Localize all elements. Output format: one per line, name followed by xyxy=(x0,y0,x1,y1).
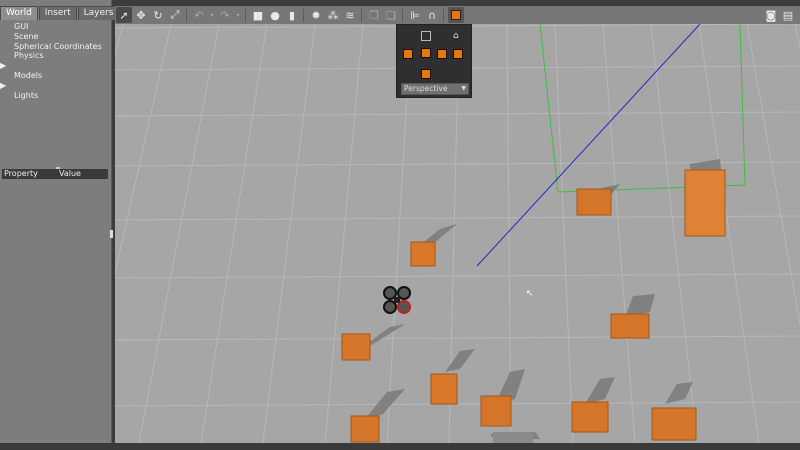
redo-icon[interactable]: ↷ xyxy=(217,7,233,23)
world-tree: GUI Scene Spherical Coordinates Physics … xyxy=(0,22,111,100)
cylinder-icon[interactable]: ▮ xyxy=(284,7,300,23)
copy-icon[interactable]: ❐ xyxy=(366,7,382,23)
tree-item-gui[interactable]: GUI xyxy=(0,22,111,32)
toolbar-divider xyxy=(443,8,444,22)
expand-arrow-icon[interactable]: ▶ xyxy=(0,61,6,70)
projection-value: Perspective xyxy=(404,84,448,93)
back-view-icon[interactable] xyxy=(453,49,463,59)
tree-item-models[interactable]: ▶ Models xyxy=(0,61,111,81)
tab-world[interactable]: World xyxy=(0,6,38,20)
toolbar-divider xyxy=(303,8,304,22)
box-model[interactable] xyxy=(610,313,650,339)
camera-view-icon[interactable] xyxy=(448,7,464,23)
grid-line xyxy=(115,111,800,117)
drone-body xyxy=(394,297,400,303)
toolbar: ➚ ✥ ↻ ⤢ ↶ ▾ ↷ ▾ ■ ● ▮ ✹ ⁂ ≋ ❐ ❑ ⊫ ∩ ◙ ▤ xyxy=(115,6,800,24)
quadcopter-model[interactable] xyxy=(383,286,411,314)
redo-dropdown-icon[interactable]: ▾ xyxy=(234,7,242,23)
toolbar-divider xyxy=(186,8,187,22)
screenshot-icon[interactable]: ◙ xyxy=(763,7,779,23)
grid-line xyxy=(115,24,124,58)
grid-line xyxy=(200,24,268,443)
grid-line xyxy=(115,24,172,276)
paste-icon[interactable]: ❑ xyxy=(383,7,399,23)
box-model[interactable] xyxy=(576,188,612,216)
box-model[interactable] xyxy=(430,373,458,405)
tree-item-lights[interactable]: ▶ Lights xyxy=(0,81,111,101)
align-icon[interactable]: ⊫ xyxy=(407,7,423,23)
tree-item-spherical-coordinates[interactable]: Spherical Coordinates xyxy=(0,42,111,52)
tree-item-physics[interactable]: Physics xyxy=(0,51,111,61)
box-model[interactable] xyxy=(410,241,436,267)
grid-line xyxy=(138,24,220,443)
tab-layers[interactable]: Layers xyxy=(77,6,120,20)
tree-item-label: Physics xyxy=(14,51,44,61)
property-column-header: Property xyxy=(4,169,38,178)
box-model[interactable] xyxy=(480,395,512,427)
toolbar-divider xyxy=(402,8,403,22)
left-panel: World Insert Layers GUI Scene Spherical … xyxy=(0,0,120,443)
spot-light-icon[interactable]: ≋ xyxy=(342,7,358,23)
tree-item-label: Lights xyxy=(14,90,39,100)
undo-dropdown-icon[interactable]: ▾ xyxy=(208,7,216,23)
tree-item-label: Models xyxy=(14,70,43,80)
select-arrow-icon[interactable]: ➚ xyxy=(116,7,132,23)
toolbar-divider xyxy=(245,8,246,22)
undo-icon[interactable]: ↶ xyxy=(191,7,207,23)
rotate-icon[interactable]: ↻ xyxy=(150,7,166,23)
grid-line xyxy=(115,273,800,279)
bottom-view-icon[interactable] xyxy=(421,67,431,79)
box-model[interactable] xyxy=(493,432,533,443)
sidebar-collapse-handle[interactable] xyxy=(110,230,113,238)
tree-item-scene[interactable]: Scene xyxy=(0,32,111,42)
left-view-icon[interactable] xyxy=(403,49,413,59)
box-model[interactable] xyxy=(684,169,726,237)
blue-path-line xyxy=(476,24,701,267)
top-view-icon[interactable] xyxy=(421,31,431,41)
front-view-icon[interactable] xyxy=(419,48,431,59)
grid-line xyxy=(554,24,574,443)
record-icon[interactable]: ▤ xyxy=(780,7,796,23)
expand-arrow-icon[interactable]: ▶ xyxy=(0,81,6,90)
snap-icon[interactable]: ∩ xyxy=(424,7,440,23)
translate-icon[interactable]: ✥ xyxy=(133,7,149,23)
box-model[interactable] xyxy=(350,415,380,443)
view-angle-popup: ⌂ Perspective ▼ xyxy=(396,24,472,98)
grid-line xyxy=(794,24,800,51)
tree-item-label: Spherical Coordinates xyxy=(14,41,102,51)
chevron-down-icon: ▼ xyxy=(461,85,466,92)
object-shadows xyxy=(355,159,725,441)
grid-line xyxy=(262,24,316,443)
reset-view-icon[interactable]: ⌂ xyxy=(453,31,463,41)
mouse-cursor-icon: ↖ xyxy=(526,289,534,299)
box-model[interactable] xyxy=(341,333,371,361)
toolbar-divider xyxy=(361,8,362,22)
tab-insert[interactable]: Insert xyxy=(38,6,77,20)
sphere-icon[interactable]: ● xyxy=(267,7,283,23)
box-icon[interactable]: ■ xyxy=(250,7,266,23)
point-light-icon[interactable]: ⁂ xyxy=(325,7,341,23)
grid-line xyxy=(746,24,800,327)
toolbar-right-group: ◙ ▤ xyxy=(762,7,796,23)
panel-tabs: World Insert Layers xyxy=(0,6,120,20)
bottom-status-bar xyxy=(0,443,800,450)
sun-light-icon[interactable]: ✹ xyxy=(308,7,324,23)
projection-select[interactable]: Perspective ▼ xyxy=(401,83,469,95)
box-model[interactable] xyxy=(571,401,609,433)
box-model[interactable] xyxy=(651,407,697,441)
tree-item-label: Scene xyxy=(14,31,39,41)
tree-item-label: GUI xyxy=(14,22,29,31)
value-column-header: Value xyxy=(59,169,81,178)
grid-line xyxy=(324,24,364,443)
right-view-icon[interactable] xyxy=(437,49,447,59)
scale-icon[interactable]: ⤢ xyxy=(167,7,183,23)
property-table-header: Property Value xyxy=(2,169,108,179)
